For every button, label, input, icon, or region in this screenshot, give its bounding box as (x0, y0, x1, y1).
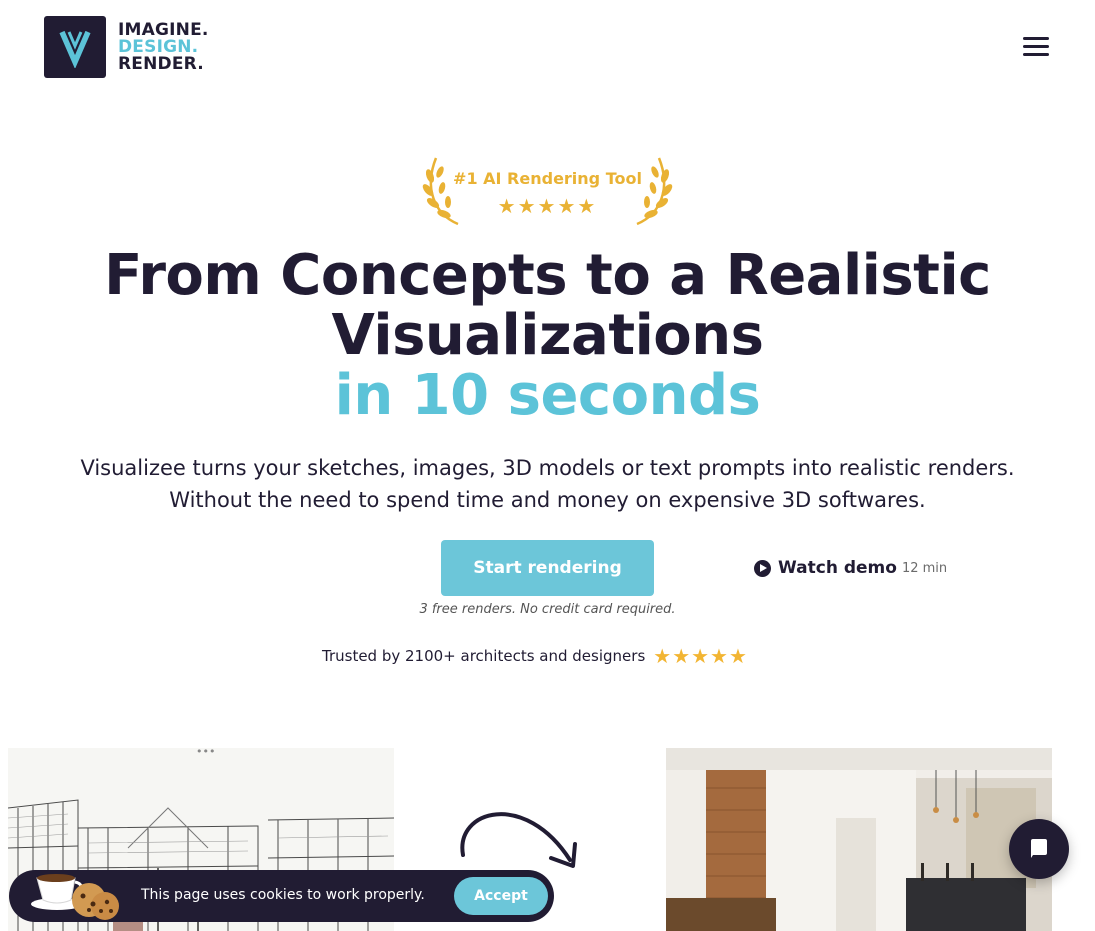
badge-title: #1 AI Rendering Tool (453, 169, 642, 188)
trust-text: Trusted by 2100+ architects and designer… (322, 647, 646, 665)
trust-stars-icon: ★★★★★ (653, 644, 748, 668)
logo-line-1: IMAGINE. (118, 19, 209, 40)
sketch-dots-icon: ••• (196, 748, 216, 758)
free-renders-note: 3 free renders. No credit card required. (419, 602, 676, 617)
cookie-banner: This page uses cookies to work properly.… (9, 870, 554, 922)
headline-line-2: Visualizations (331, 303, 764, 368)
headline-line-1: From Concepts to a Realistic (104, 243, 991, 308)
award-badge: #1 AI Rendering Tool ★★★★★ (420, 152, 675, 228)
trust-line: Trusted by 2100+ architects and designer… (322, 644, 748, 668)
cookie-accept-button[interactable]: Accept (454, 877, 548, 915)
cookie-coffee-icon (31, 874, 119, 920)
start-rendering-button[interactable]: Start rendering (441, 540, 654, 596)
logo-v-icon (44, 16, 106, 78)
badge-stars-icon: ★★★★★ (497, 194, 598, 218)
cookie-message: This page uses cookies to work properly. (141, 887, 425, 903)
logo-link[interactable]: IMAGINE. DESIGN. RENDER. (44, 16, 209, 78)
chat-launcher-button[interactable] (1009, 819, 1069, 879)
curved-arrow-icon (460, 812, 577, 868)
hero-headline: From Concepts to a Realistic Visualizati… (0, 246, 1095, 426)
play-icon (754, 559, 771, 577)
headline-accent: in 10 seconds (334, 363, 761, 428)
subtext-line-1: Visualizee turns your sketches, images, … (80, 456, 1015, 480)
chat-bubble-icon (1031, 839, 1047, 858)
render-output-image (666, 748, 1052, 931)
watch-demo-label: Watch demo (778, 558, 897, 578)
demo-duration: 12 min (901, 560, 948, 576)
hamburger-menu-icon[interactable] (1020, 34, 1052, 60)
hero-subtext: Visualizee turns your sketches, images, … (0, 452, 1095, 516)
subtext-line-2: Without the need to spend time and money… (169, 488, 926, 512)
logo-wordmark: IMAGINE. DESIGN. RENDER. (118, 19, 209, 74)
logo-line-2: DESIGN. (118, 36, 199, 57)
logo-line-3: RENDER. (118, 53, 204, 74)
watch-demo-link[interactable]: Watch demo 12 min (754, 558, 947, 578)
site-header: IMAGINE. DESIGN. RENDER. (0, 0, 1095, 100)
